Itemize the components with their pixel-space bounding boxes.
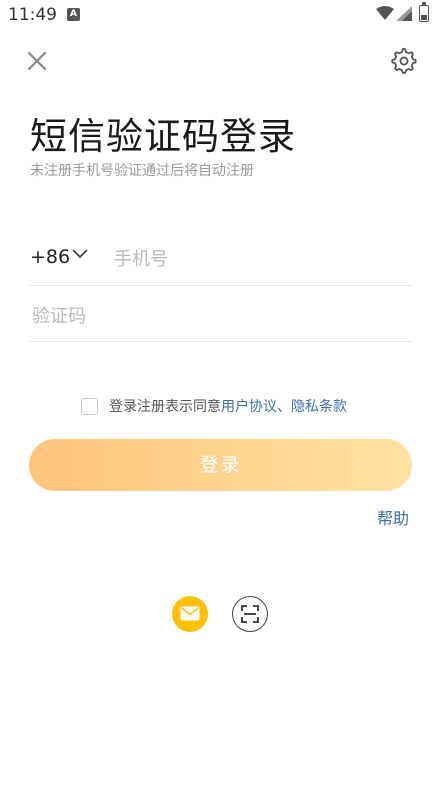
a-icon: A — [67, 8, 80, 21]
code-row — [30, 290, 412, 342]
country-code-selector[interactable]: +86 — [30, 246, 70, 268]
close-icon — [27, 51, 47, 71]
battery-icon — [419, 2, 429, 22]
scan-icon — [241, 605, 259, 623]
agreement-separator: 、 — [277, 399, 291, 415]
verification-code-input[interactable] — [30, 297, 404, 335]
page-subtitle: 未注册手机号验证通过后将自动注册 — [30, 163, 254, 179]
agreement-checkbox[interactable] — [81, 397, 98, 415]
privacy-policy-link[interactable]: 隐私条款 — [291, 396, 347, 416]
chevron-down-icon[interactable] — [72, 248, 88, 260]
phone-row: +86 — [30, 233, 412, 286]
user-agreement-link[interactable]: 用户协议 — [221, 396, 277, 416]
agreement-row: 登录注册表示同意 用户协议 、 隐私条款 — [81, 395, 347, 417]
page-title: 短信验证码登录 — [30, 115, 296, 158]
gear-icon — [391, 47, 417, 74]
signal-icon — [396, 6, 412, 21]
agreement-text: 登录注册表示同意 — [109, 399, 221, 415]
email-login-button[interactable] — [172, 596, 208, 632]
status-bar: 11:49 A — [0, 0, 441, 32]
wifi-icon — [376, 6, 394, 20]
help-link[interactable]: 帮助 — [377, 505, 409, 529]
login-button[interactable]: 登录 — [29, 439, 412, 491]
close-button[interactable] — [24, 48, 50, 74]
phone-input[interactable] — [112, 241, 406, 277]
settings-button[interactable] — [390, 47, 418, 75]
scan-login-button[interactable] — [232, 596, 268, 632]
email-icon — [180, 606, 200, 621]
status-time: 11:49 — [8, 5, 57, 25]
